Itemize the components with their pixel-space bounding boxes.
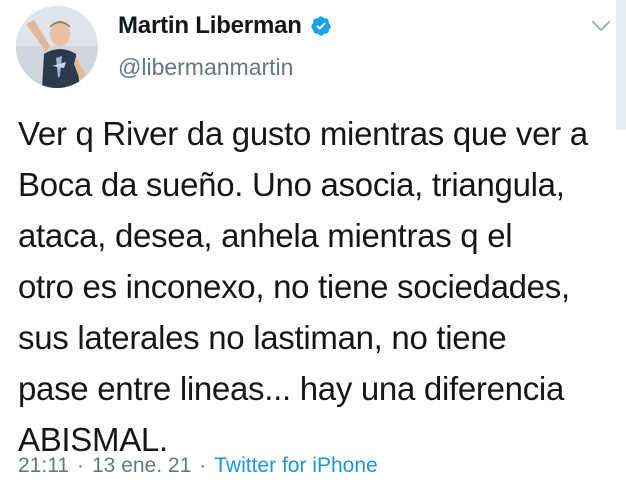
tweet-card: Martin Liberman @libermanmartin Ver q Ri… (0, 0, 626, 499)
tweet-line: pase entre lineas... hay una diferencia (18, 370, 564, 407)
profile-photo-icon (16, 6, 98, 88)
author-handle[interactable]: @libermanmartin (118, 54, 293, 81)
meta-separator: · (77, 454, 84, 477)
meta-separator: · (199, 454, 207, 477)
scrollbar[interactable] (616, 0, 626, 130)
author-name[interactable]: Martin Liberman (118, 12, 302, 40)
tweet-text: Ver q River da gusto mientras que ver a … (18, 108, 616, 465)
tweet-line: sus laterales no lastiman, no tiene (18, 319, 507, 356)
tweet-line: Boca da sueño. Uno asocia, triangula, (18, 166, 565, 203)
chevron-down-icon[interactable] (590, 18, 612, 34)
tweet-line: Ver q River da gusto mientras que ver a (18, 115, 588, 152)
tweet-date[interactable]: 13 ene. 21 (92, 454, 191, 478)
tweet-source-link[interactable]: Twitter for iPhone (214, 454, 377, 478)
tweet-time[interactable]: 21:11 (18, 454, 69, 478)
tweet-line: otro es inconexo, no tiene sociedades, (18, 268, 570, 305)
tweet-line: ataca, desea, anhela mientras q el (18, 217, 513, 254)
tweet-meta: 21:11 · 13 ene. 21 · Twitter for iPhone (18, 454, 378, 478)
verified-badge-icon (311, 16, 331, 36)
avatar[interactable] (16, 6, 98, 88)
author-row: Martin Liberman (118, 12, 332, 40)
